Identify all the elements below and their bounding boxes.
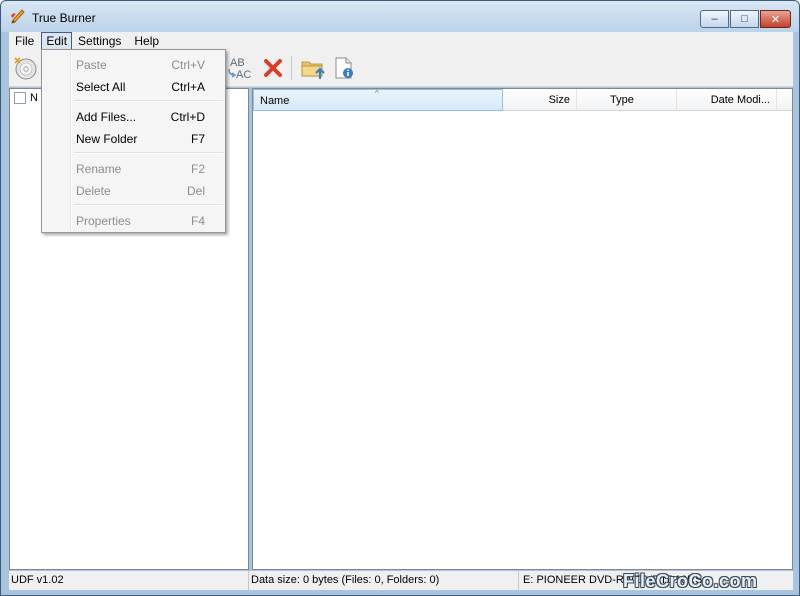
menu-item-paste[interactable]: Paste Ctrl+V: [44, 54, 223, 74]
menu-separator: [74, 152, 223, 154]
tree-root-label[interactable]: N: [30, 92, 38, 104]
menu-file[interactable]: File: [9, 32, 41, 50]
menu-settings[interactable]: Settings: [72, 32, 128, 50]
close-button[interactable]: ✕: [760, 10, 791, 28]
menu-bar: File Edit Settings Help: [9, 32, 793, 50]
column-header-size-label: Size: [548, 94, 570, 106]
column-header-size[interactable]: Size: [503, 89, 577, 111]
menu-separator: [74, 100, 223, 102]
menu-item-delete-shortcut: Del: [186, 184, 205, 198]
menu-item-properties[interactable]: Properties F4: [44, 210, 223, 230]
disc-icon[interactable]: [13, 56, 37, 80]
edit-menu-dropdown: Paste Ctrl+V Select All Ctrl+A Add Files…: [41, 49, 226, 233]
file-list-header: ^ Name Size Type Date Modi...: [253, 89, 792, 111]
menu-item-select-all-shortcut: Ctrl+A: [171, 80, 205, 94]
status-format: UDF v1.02: [9, 571, 249, 590]
close-icon: ✕: [770, 13, 781, 26]
tree-root-node[interactable]: [14, 92, 26, 104]
column-header-date[interactable]: Date Modi...: [677, 89, 777, 111]
menu-item-add-files-shortcut: Ctrl+D: [170, 110, 205, 124]
rename-icon-text-bottom: AC: [236, 69, 251, 80]
file-list-pane[interactable]: ^ Name Size Type Date Modi...: [252, 88, 793, 570]
sort-ascending-icon: ^: [375, 89, 379, 98]
menu-item-add-files[interactable]: Add Files... Ctrl+D: [44, 106, 223, 126]
rename-icon-text-top: AB: [230, 57, 245, 69]
menu-item-add-files-label: Add Files...: [76, 110, 137, 124]
delete-icon[interactable]: [261, 56, 285, 80]
menu-item-delete[interactable]: Delete Del: [44, 180, 223, 200]
folder-up-icon[interactable]: [300, 56, 328, 80]
title-bar[interactable]: True Burner – □ ✕: [1, 1, 799, 32]
window-title: True Burner: [32, 11, 96, 25]
menu-item-rename-label: Rename: [76, 162, 122, 176]
watermark-logo: FileCroCo.com: [623, 571, 758, 591]
menu-edit[interactable]: Edit: [41, 32, 73, 50]
menu-separator: [74, 204, 223, 206]
app-window: True Burner – □ ✕ File Edit Settings Hel…: [0, 0, 800, 596]
menu-item-rename[interactable]: Rename F2: [44, 158, 223, 178]
properties-icon[interactable]: [332, 56, 356, 80]
rename-icon[interactable]: AB AC: [226, 56, 256, 80]
menu-item-properties-shortcut: F4: [190, 214, 205, 228]
menu-item-delete-label: Delete: [76, 184, 111, 198]
minimize-icon: –: [711, 13, 718, 25]
column-header-type-label: Type: [610, 94, 634, 106]
maximize-button[interactable]: □: [730, 10, 759, 28]
maximize-icon: □: [741, 13, 748, 25]
menu-item-select-all[interactable]: Select All Ctrl+A: [44, 76, 223, 96]
status-data-size: Data size: 0 bytes (Files: 0, Folders: 0…: [249, 571, 519, 590]
toolbar-separator: [291, 56, 292, 80]
menu-item-select-all-label: Select All: [76, 80, 126, 94]
minimize-button[interactable]: –: [700, 10, 729, 28]
window-controls: – □ ✕: [700, 10, 791, 28]
column-header-date-label: Date Modi...: [710, 94, 770, 106]
column-header-type[interactable]: Type: [577, 89, 677, 111]
menu-item-paste-shortcut: Ctrl+V: [171, 58, 205, 72]
column-header-name-label: Name: [260, 95, 290, 107]
menu-help[interactable]: Help: [128, 32, 166, 50]
menu-item-new-folder[interactable]: New Folder F7: [44, 128, 223, 148]
column-header-name[interactable]: ^ Name: [253, 89, 503, 111]
menu-item-properties-label: Properties: [76, 214, 131, 228]
menu-item-rename-shortcut: F2: [190, 162, 205, 176]
menu-item-new-folder-label: New Folder: [76, 132, 138, 146]
pencil-flame-icon: [11, 9, 25, 24]
menu-item-new-folder-shortcut: F7: [190, 132, 205, 146]
menu-item-paste-label: Paste: [76, 58, 107, 72]
